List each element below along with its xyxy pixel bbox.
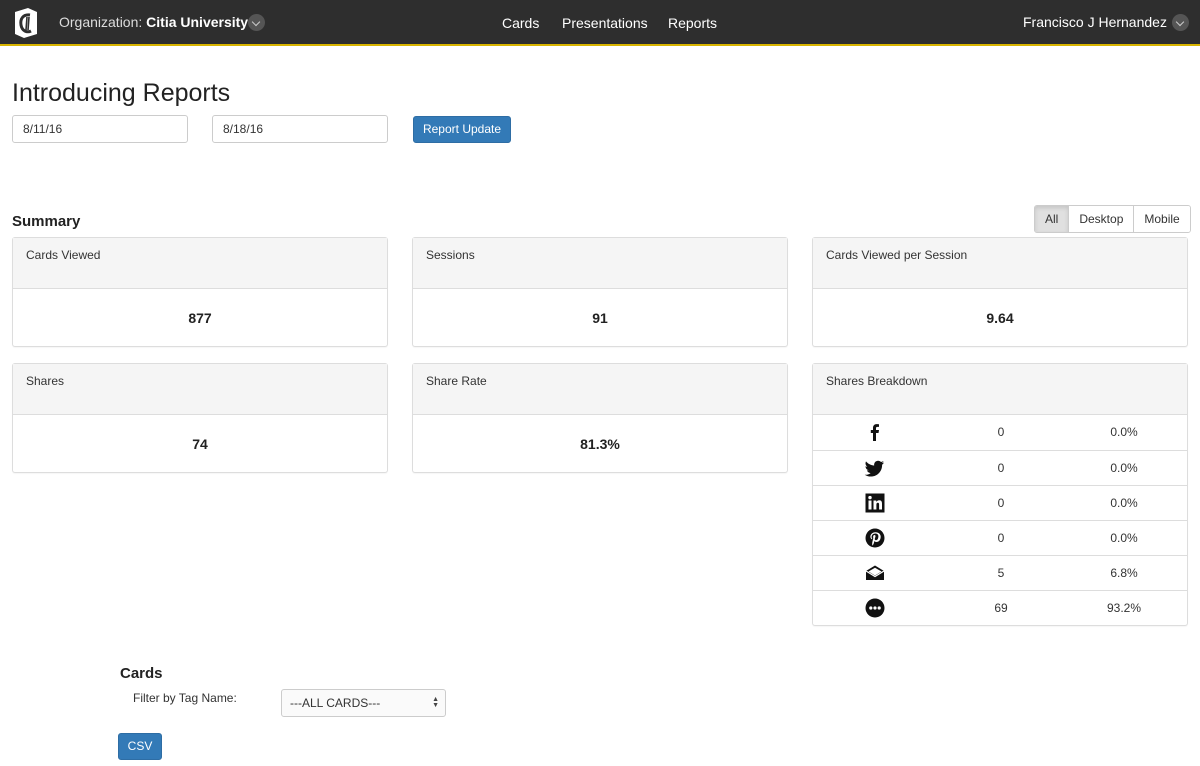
end-date-input[interactable] <box>212 115 388 143</box>
organization-name: Citia University <box>146 14 249 30</box>
share-percent: 0.0% <box>1110 461 1138 475</box>
filter-desktop-button[interactable]: Desktop <box>1068 206 1134 232</box>
shares-breakdown-table: 0 0.0% 0 0.0% 0 0.0% 0 0.0% 5 6.8% 69 93… <box>813 415 1187 625</box>
citia-logo-icon[interactable] <box>10 6 42 40</box>
more-icon <box>865 598 885 618</box>
share-count: 69 <box>994 601 1008 615</box>
email-icon <box>865 565 885 580</box>
share-rate-panel: Share Rate 81.3% <box>412 363 788 473</box>
twitter-icon <box>864 460 884 477</box>
summary-title: Summary <box>12 213 81 230</box>
organization-dropdown-chevron-icon[interactable] <box>248 14 265 31</box>
tag-filter-select[interactable]: ---ALL CARDS--- ▲ ▼ <box>281 689 446 717</box>
user-menu[interactable]: Francisco J Hernandez <box>1023 14 1167 30</box>
panel-value: 81.3% <box>580 435 620 452</box>
panel-label: Cards Viewed <box>13 238 387 289</box>
share-count: 0 <box>997 461 1005 475</box>
table-row: 0 0.0% <box>813 520 1187 555</box>
select-arrows-icon: ▲ ▼ <box>432 696 439 709</box>
top-navbar: Organization: Citia University Cards Pre… <box>0 0 1200 46</box>
panel-label: Cards Viewed per Session <box>813 238 1187 289</box>
pinterest-icon <box>865 528 885 548</box>
share-count: 0 <box>997 425 1005 439</box>
share-count: 5 <box>997 566 1005 580</box>
nav-reports[interactable]: Reports <box>668 15 717 31</box>
share-percent: 6.8% <box>1110 566 1138 580</box>
cards-per-session-panel: Cards Viewed per Session 9.64 <box>812 237 1188 347</box>
share-count: 0 <box>997 531 1005 545</box>
user-dropdown-chevron-icon[interactable] <box>1172 14 1189 31</box>
table-row: 0 0.0% <box>813 450 1187 485</box>
nav-cards[interactable]: Cards <box>502 15 539 31</box>
tag-filter-selected-value: ---ALL CARDS--- <box>290 696 381 710</box>
share-percent: 0.0% <box>1110 531 1138 545</box>
shares-panel: Shares 74 <box>12 363 388 473</box>
filter-all-button[interactable]: All <box>1035 206 1069 232</box>
cards-section-title: Cards <box>120 665 163 682</box>
share-percent: 0.0% <box>1110 425 1138 439</box>
page-title: Introducing Reports <box>12 79 231 107</box>
panel-label: Sessions <box>413 238 787 289</box>
panel-value: 74 <box>192 435 208 452</box>
table-row: 5 6.8% <box>813 555 1187 590</box>
linkedin-icon <box>865 493 885 513</box>
panel-value: 9.64 <box>986 309 1014 326</box>
panel-value: 877 <box>188 309 212 326</box>
tag-filter-label: Filter by Tag Name: <box>133 691 237 705</box>
share-percent: 93.2% <box>1106 601 1142 615</box>
start-date-input[interactable] <box>12 115 188 143</box>
share-count: 0 <box>997 496 1005 510</box>
cards-viewed-panel: Cards Viewed 877 <box>12 237 388 347</box>
device-filter-group: All Desktop Mobile <box>1034 205 1191 233</box>
facebook-icon <box>870 424 879 441</box>
panel-label: Shares Breakdown <box>813 364 1187 415</box>
panel-label: Shares <box>13 364 387 415</box>
panel-label: Share Rate <box>413 364 787 415</box>
panel-value: 91 <box>592 309 608 326</box>
shares-breakdown-panel: Shares Breakdown 0 0.0% 0 0.0% 0 0.0% 0 … <box>812 363 1188 626</box>
share-percent: 0.0% <box>1110 496 1138 510</box>
table-row: 0 0.0% <box>813 415 1187 450</box>
table-row: 0 0.0% <box>813 485 1187 520</box>
report-update-button[interactable]: Report Update <box>413 116 511 143</box>
nav-presentations[interactable]: Presentations <box>562 15 648 31</box>
filter-mobile-button[interactable]: Mobile <box>1133 206 1190 232</box>
organization-label: Organization: <box>59 14 143 30</box>
table-row: 69 93.2% <box>813 590 1187 625</box>
organization-selector[interactable]: Organization: Citia University <box>59 14 248 30</box>
sessions-panel: Sessions 91 <box>412 237 788 347</box>
csv-export-button[interactable]: CSV <box>118 733 162 760</box>
